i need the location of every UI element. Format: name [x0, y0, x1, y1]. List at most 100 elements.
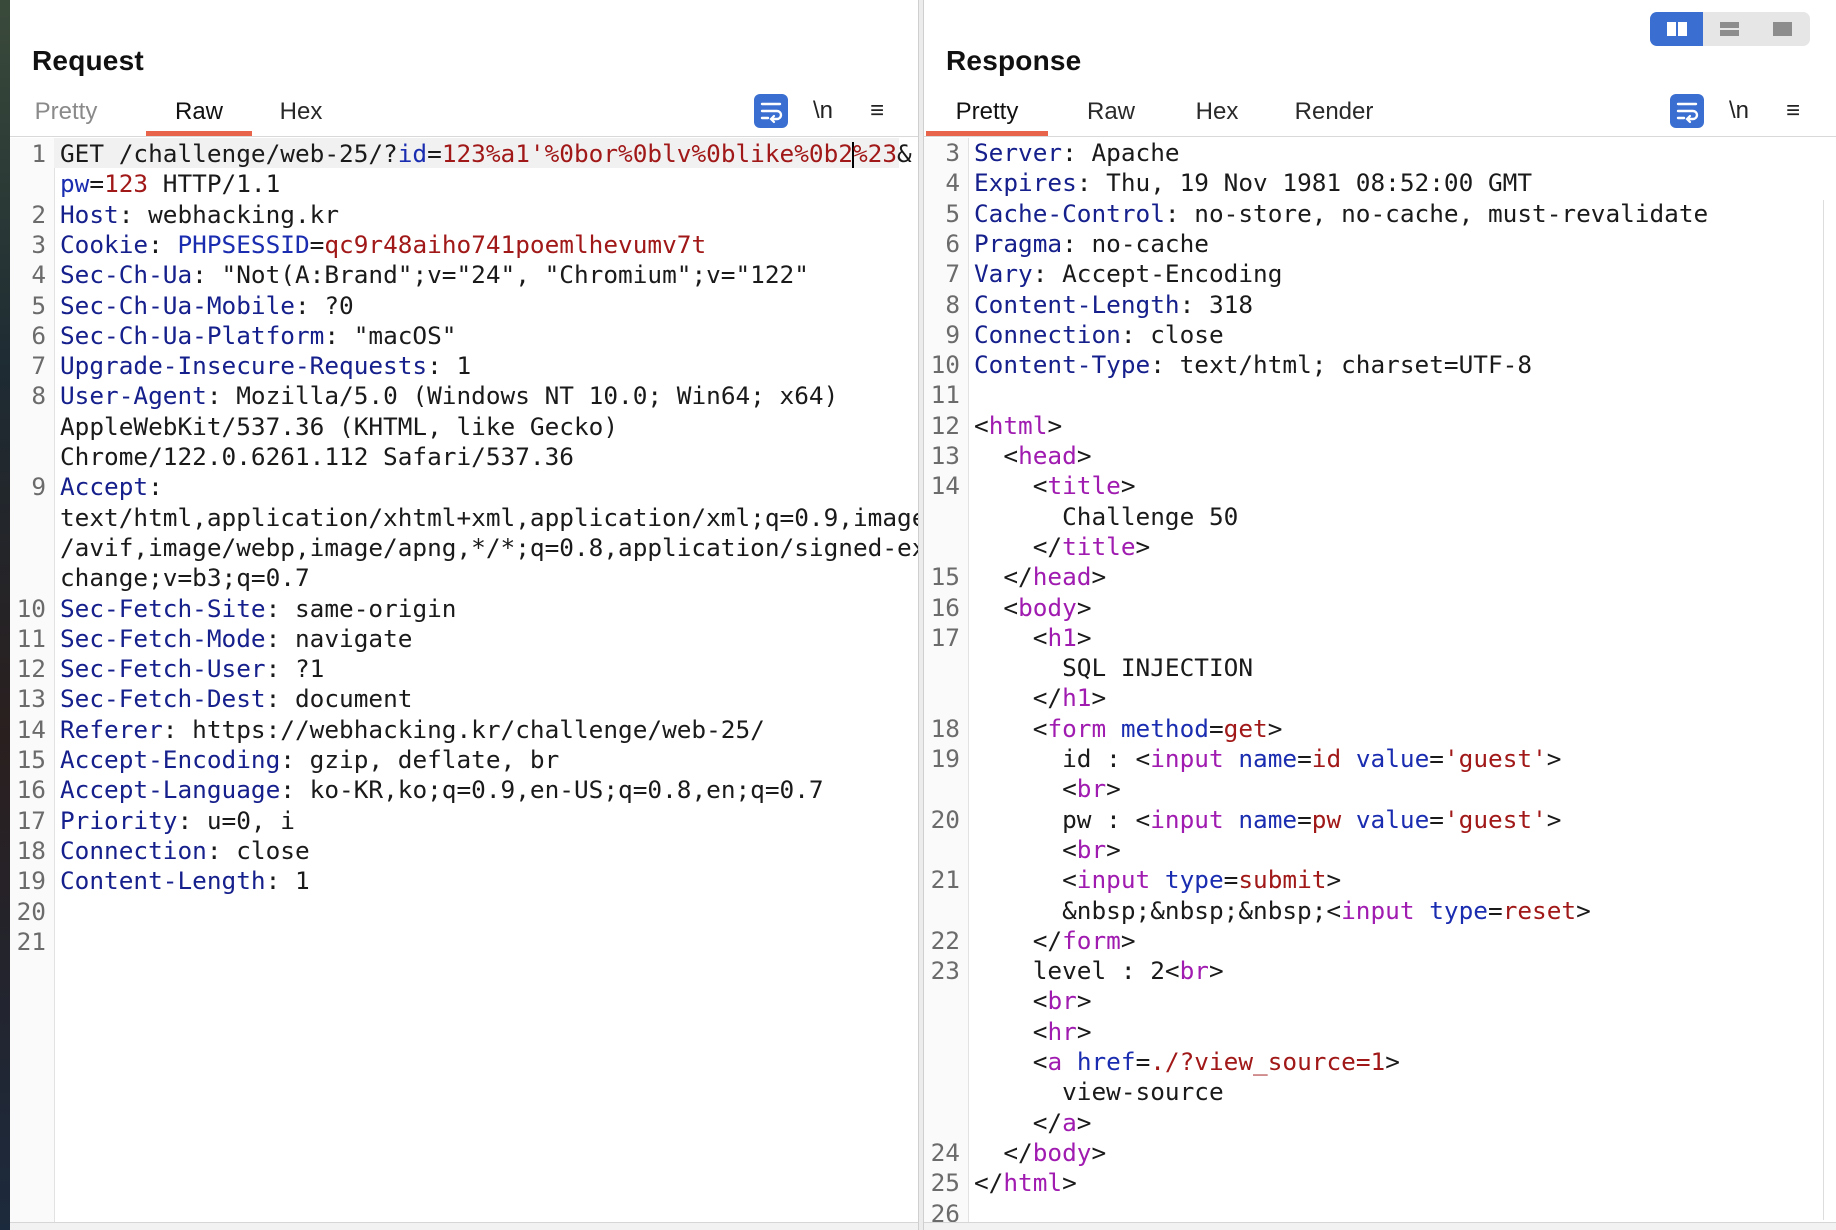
request-code-line[interactable]: 5 Sec-Ch-Ua-Mobile: ?0: [10, 291, 919, 321]
code-text: Sec-Ch-Ua-Mobile: ?0: [60, 291, 354, 321]
request-tab-raw[interactable]: Raw: [146, 92, 252, 136]
response-code-line[interactable]: 25 </html>: [924, 1168, 1836, 1198]
request-code-line[interactable]: 21: [10, 927, 919, 957]
response-code-line[interactable]: 4 Expires: Thu, 19 Nov 1981 08:52:00 GMT: [924, 168, 1836, 198]
request-code-line[interactable]: 11 Sec-Fetch-Mode: navigate: [10, 624, 919, 654]
response-code-line[interactable]: 12 <html>: [924, 411, 1836, 441]
side-by-side-icon[interactable]: [1650, 12, 1703, 46]
request-code-line[interactable]: 2 Host: webhacking.kr: [10, 200, 919, 230]
response-code-line[interactable]: 23 level : 2<br>: [924, 956, 1836, 986]
code-token: ./?view_source=1: [1150, 1047, 1386, 1076]
request-code-line[interactable]: 1 GET /challenge/web-25/?id=123%a1'%0bor%…: [10, 139, 919, 169]
request-code-line[interactable]: 8 User-Agent: Mozilla/5.0 (Windows NT 10.…: [10, 381, 919, 411]
response-tab-raw[interactable]: Raw: [1076, 92, 1146, 136]
line-number: 8: [945, 289, 960, 319]
response-code-line[interactable]: </title>: [924, 532, 1836, 562]
code-token: br: [1179, 956, 1209, 986]
request-code-line[interactable]: 20: [10, 897, 919, 927]
stacked-icon[interactable]: [1703, 12, 1756, 46]
wrap-lines-icon[interactable]: [1670, 94, 1704, 128]
response-code-line[interactable]: 15 </head>: [924, 562, 1836, 592]
response-scrollbar[interactable]: [1823, 200, 1834, 1220]
code-token: Sec-Ch-Ua-Platform: [60, 320, 325, 350]
response-code-line[interactable]: <br>: [924, 774, 1836, 804]
response-code-line[interactable]: &nbsp;&nbsp;&nbsp;<input type=reset>: [924, 896, 1836, 926]
request-code-line[interactable]: 7 Upgrade-Insecure-Requests: 1: [10, 351, 919, 381]
code-text: User-Agent: Mozilla/5.0 (Windows NT 10.0…: [60, 381, 838, 411]
response-code-line[interactable]: 17 <h1>: [924, 623, 1836, 653]
code-token: level : 2<: [974, 956, 1180, 986]
response-code-line[interactable]: 9 Connection: close: [924, 320, 1836, 350]
response-tab-render[interactable]: Render: [1284, 92, 1384, 136]
code-token: <: [974, 1047, 1048, 1076]
response-code-line[interactable]: 13 <head>: [924, 441, 1836, 471]
request-code-line[interactable]: 14 Referer: https://webhacking.kr/challen…: [10, 715, 919, 745]
request-code-line[interactable]: 3 Cookie: PHPSESSID=qc9r48aiho741poemlhev…: [10, 230, 919, 260]
request-code-line[interactable]: 9 Accept:: [10, 472, 919, 502]
response-code-line[interactable]: 14 <title>: [924, 471, 1836, 501]
request-code-line[interactable]: text/html,application/xhtml+xml,applicat…: [10, 503, 919, 533]
response-code-line[interactable]: 20 pw : <input name=pw value='guest'>: [924, 805, 1836, 835]
response-code-line[interactable]: <hr>: [924, 1017, 1836, 1047]
newline-toggle[interactable]: \n: [1722, 94, 1756, 128]
request-code-line[interactable]: AppleWebKit/537.36 (KHTML, like Gecko): [10, 412, 919, 442]
wrap-lines-icon[interactable]: [754, 94, 788, 128]
request-code-line[interactable]: 18 Connection: close: [10, 836, 919, 866]
single-icon[interactable]: [1756, 12, 1809, 46]
request-code-line[interactable]: Chrome/122.0.6261.112 Safari/537.36: [10, 442, 919, 472]
menu-icon[interactable]: ≡: [1778, 94, 1808, 128]
menu-icon[interactable]: ≡: [862, 94, 892, 128]
request-code-line[interactable]: 4 Sec-Ch-Ua: "Not(A:Brand";v="24", "Chrom…: [10, 260, 919, 290]
response-code-line[interactable]: 18 <form method=get>: [924, 714, 1836, 744]
request-code-line[interactable]: 6 Sec-Ch-Ua-Platform: "macOS": [10, 321, 919, 351]
code-token: head: [1018, 441, 1077, 470]
code-text: Pragma: no-cache: [974, 229, 1209, 259]
request-code-line[interactable]: 10 Sec-Fetch-Site: same-origin: [10, 594, 919, 624]
code-text: Accept-Encoding: gzip, deflate, br: [60, 745, 559, 775]
response-code-line[interactable]: 5 Cache-Control: no-store, no-cache, must…: [924, 199, 1836, 229]
response-editor[interactable]: 3 Server: Apache 4 Expires: Thu, 19 Nov 198…: [924, 138, 1836, 1230]
response-tab-pretty[interactable]: Pretty: [926, 92, 1048, 136]
request-code-line[interactable]: 15 Accept-Encoding: gzip, deflate, br: [10, 745, 919, 775]
code-token: input: [1341, 895, 1415, 925]
response-code-line[interactable]: <br>: [924, 986, 1836, 1016]
response-code-line[interactable]: 22 </form>: [924, 926, 1836, 956]
response-code-line[interactable]: 10 Content-Type: text/html; charset=UTF-8: [924, 350, 1836, 380]
response-code-line[interactable]: 8 Content-Length: 318: [924, 290, 1836, 320]
response-code-line[interactable]: 6 Pragma: no-cache: [924, 229, 1836, 259]
line-number: 19: [16, 866, 46, 896]
response-code-line[interactable]: </h1>: [924, 683, 1836, 713]
response-code-line[interactable]: 16 <body>: [924, 593, 1836, 623]
request-code-line[interactable]: change;v=b3;q=0.7: [10, 563, 919, 593]
request-tab-pretty[interactable]: Pretty: [26, 92, 106, 136]
response-code-line[interactable]: Challenge 50: [924, 502, 1836, 532]
code-text: Referer: https://webhacking.kr/challenge…: [60, 715, 765, 745]
request-code-line[interactable]: 13 Sec-Fetch-Dest: document: [10, 684, 919, 714]
response-code-line[interactable]: SQL INJECTION: [924, 653, 1836, 683]
response-code-line[interactable]: 19 id : <input name=id value='guest'>: [924, 744, 1836, 774]
response-code-line[interactable]: 7 Vary: Accept-Encoding: [924, 259, 1836, 289]
response-code-line[interactable]: 24 </body>: [924, 1138, 1836, 1168]
request-code-line[interactable]: 16 Accept-Language: ko-KR,ko;q=0.9,en-US;…: [10, 775, 919, 805]
request-code-line[interactable]: 12 Sec-Fetch-User: ?1: [10, 654, 919, 684]
response-code-line[interactable]: view-source: [924, 1077, 1836, 1107]
response-code-line[interactable]: 11: [924, 380, 1836, 410]
response-tab-hex[interactable]: Hex: [1182, 92, 1252, 136]
response-code-line[interactable]: </a>: [924, 1108, 1836, 1138]
response-code-line[interactable]: <br>: [924, 835, 1836, 865]
response-code-line[interactable]: <a href=./?view_source=1>: [924, 1047, 1836, 1077]
request-tab-hex[interactable]: Hex: [266, 92, 336, 136]
request-code-line[interactable]: 19 Content-Length: 1: [10, 866, 919, 896]
request-code-line[interactable]: pw=123 HTTP/1.1: [10, 169, 919, 199]
request-editor[interactable]: 1 GET /challenge/web-25/?id=123%a1'%0bor%…: [10, 138, 919, 1230]
request-code-line[interactable]: 17 Priority: u=0, i: [10, 806, 919, 836]
newline-toggle[interactable]: \n: [806, 94, 840, 128]
code-token: </: [974, 1137, 1033, 1167]
code-token: >: [1076, 441, 1092, 470]
response-code-line[interactable]: 21 <input type=submit>: [924, 865, 1836, 895]
request-code-line[interactable]: /avif,image/webp,image/apng,*/*;q=0.8,ap…: [10, 533, 919, 563]
response-code-line[interactable]: 3 Server: Apache: [924, 138, 1836, 168]
